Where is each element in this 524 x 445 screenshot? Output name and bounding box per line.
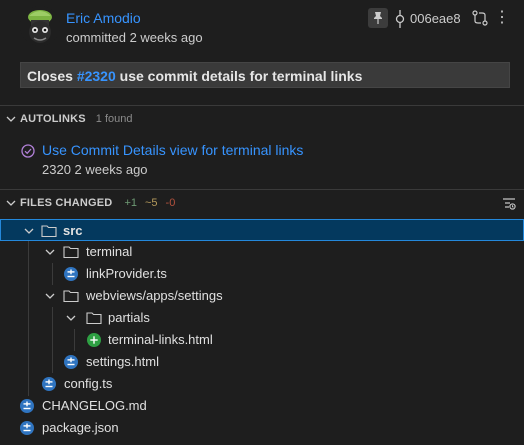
folder-icon — [86, 312, 102, 325]
tree-file-package[interactable]: package.json — [0, 417, 524, 439]
author-name[interactable]: Eric Amodio — [66, 10, 141, 26]
files-changed-title: FILES CHANGED — [20, 197, 113, 209]
tree-file-terminal-links[interactable]: terminal-links.html — [0, 329, 524, 351]
view-as-list-icon[interactable] — [502, 197, 516, 211]
message-prefix: Closes — [27, 68, 77, 84]
issue-link[interactable]: #2320 — [77, 68, 116, 84]
tree-item-label: terminal-links.html — [108, 332, 213, 347]
tree-item-label: webviews/apps/settings — [86, 288, 223, 303]
git-commit-icon — [395, 10, 405, 28]
more-actions-icon[interactable]: ⋮ — [494, 8, 510, 28]
file-modified-icon — [20, 399, 34, 413]
tree-file-config[interactable]: config.ts — [0, 373, 524, 395]
files-changed-section-header[interactable]: FILES CHANGED +1 ~5 -0 — [0, 192, 524, 214]
autolinks-section-header[interactable]: AUTOLINKS 1 found — [0, 108, 524, 130]
autolink-item-subtitle: 2320 2 weeks ago — [42, 162, 148, 177]
tree-item-label: src — [63, 223, 83, 238]
tree-folder-webviews[interactable]: webviews/apps/settings — [0, 285, 524, 307]
tree-item-label: config.ts — [64, 376, 113, 391]
tree-file-changelog[interactable]: CHANGELOG.md — [0, 395, 524, 417]
folder-icon — [63, 246, 79, 259]
file-modified-icon — [20, 421, 34, 435]
tree-item-label: settings.html — [86, 354, 159, 369]
message-suffix: use commit details for terminal links — [115, 68, 363, 84]
tree-folder-partials[interactable]: partials — [0, 307, 524, 329]
file-modified-icon — [42, 377, 56, 391]
autolinks-count: 1 found — [95, 113, 133, 125]
pin-icon — [374, 12, 382, 24]
autolink-item-title[interactable]: Use Commit Details view for terminal lin… — [42, 142, 303, 158]
file-added-icon — [87, 333, 101, 347]
chevron-down-icon — [45, 249, 55, 255]
tree-item-label: terminal — [86, 244, 133, 259]
added-count: +1 — [124, 197, 137, 209]
modified-count: ~5 — [144, 197, 158, 209]
folder-icon — [41, 225, 57, 238]
autolinks-title: AUTOLINKS — [20, 113, 86, 125]
commit-message: Closes #2320 use commit details for term… — [20, 62, 510, 88]
chevron-down-icon — [24, 228, 34, 234]
divider — [0, 105, 524, 106]
tree-folder-src[interactable]: src — [0, 219, 524, 241]
divider — [0, 189, 524, 190]
chevron-down-icon — [66, 315, 76, 321]
tree-item-label: CHANGELOG.md — [42, 398, 147, 413]
tree-item-label: partials — [108, 310, 150, 325]
deleted-count: -0 — [165, 197, 176, 209]
commit-sha[interactable]: 006eae8 — [410, 11, 461, 26]
author-avatar — [20, 6, 60, 46]
commit-date: committed 2 weeks ago — [66, 30, 203, 45]
chevron-down-icon — [45, 293, 55, 299]
file-modified-icon — [64, 267, 78, 281]
chevron-down-icon — [6, 200, 16, 206]
chevron-down-icon — [6, 116, 16, 122]
tree-item-label: linkProvider.ts — [86, 266, 167, 281]
git-compare-icon[interactable] — [471, 9, 489, 27]
tree-file-settings[interactable]: settings.html — [0, 351, 524, 373]
tree-file-linkprovider[interactable]: linkProvider.ts — [0, 263, 524, 285]
issue-closed-icon — [21, 144, 35, 158]
tree-item-label: package.json — [42, 420, 119, 435]
folder-icon — [63, 290, 79, 303]
file-modified-icon — [64, 355, 78, 369]
tree-folder-terminal[interactable]: terminal — [0, 241, 524, 263]
pin-button[interactable] — [368, 8, 388, 28]
